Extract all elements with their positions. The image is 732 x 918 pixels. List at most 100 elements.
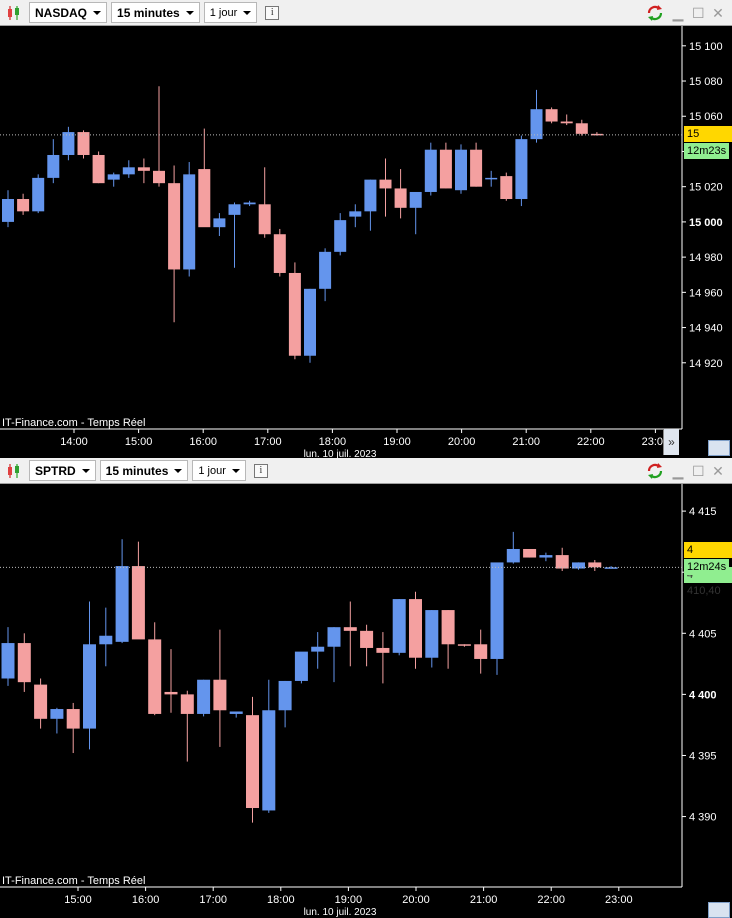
refresh-icon[interactable] xyxy=(646,4,664,22)
symbol-select[interactable]: NASDAQ xyxy=(29,2,108,23)
x-tick-label: 21:00 xyxy=(512,436,540,448)
period-select[interactable]: 1 jour xyxy=(203,2,258,23)
candle-body xyxy=(273,234,286,273)
sptrd-chart[interactable]: 4 4154 4104 4054 4004 3954 39015:0016:00… xyxy=(0,484,732,918)
y-tick-label: 4 395 xyxy=(689,750,717,762)
candle-body xyxy=(304,288,316,356)
refresh-icon[interactable] xyxy=(646,462,664,480)
candle-body xyxy=(455,149,467,191)
candle-body xyxy=(439,149,452,189)
x-tick-label: 17:00 xyxy=(199,894,227,906)
interval-select[interactable]: 15 minutes xyxy=(111,2,200,23)
chevron-down-icon xyxy=(185,10,194,15)
candle-body xyxy=(1,643,15,679)
chevron-down-icon xyxy=(93,10,102,15)
candlestick-logo-icon[interactable] xyxy=(3,2,25,24)
symbol-select[interactable]: SPTRD xyxy=(29,460,96,481)
candle-body xyxy=(515,139,528,200)
x-tick-label: 14:00 xyxy=(60,436,88,448)
candle-body xyxy=(34,684,48,719)
x-tick-label: 16:00 xyxy=(132,894,160,906)
top-toolbar: NASDAQ 15 minutes 1 jour i ▁ ☐ ✕ xyxy=(0,0,732,26)
y-tick-label: 14 980 xyxy=(689,252,723,264)
candle-body xyxy=(180,694,194,714)
date-label: lun. 10 juil. 2023 xyxy=(304,449,377,458)
candle-body xyxy=(168,183,181,270)
y-tick-label: 15 080 xyxy=(689,76,723,88)
candle-body xyxy=(183,174,196,270)
chart-settings-icon[interactable] xyxy=(708,902,730,918)
candle-body xyxy=(319,251,332,289)
candle-body xyxy=(343,627,357,631)
candle-body xyxy=(545,109,558,122)
period-label: 1 jour xyxy=(198,464,226,477)
minimize-icon[interactable]: ▁ xyxy=(672,6,684,20)
candle-body xyxy=(457,644,471,646)
nasdaq-chart[interactable]: 15 10015 08015 06015 04015 02015 00014 9… xyxy=(0,26,732,458)
candle-body xyxy=(441,610,455,645)
candle-body xyxy=(364,179,377,212)
candle-body xyxy=(500,176,513,200)
candle-body xyxy=(539,555,553,558)
candle-body xyxy=(327,627,341,647)
candle-body xyxy=(588,562,602,568)
candle-body xyxy=(148,639,162,714)
candle-body xyxy=(107,174,120,180)
candle-body xyxy=(32,177,45,212)
candle-body xyxy=(229,711,243,714)
y-tick-label: 14 920 xyxy=(689,358,723,370)
sptrd-chart-pane[interactable]: 4 4154 4104 4054 4004 3954 39015:0016:00… xyxy=(0,484,732,918)
candle-body xyxy=(92,154,105,184)
minimize-icon[interactable]: ▁ xyxy=(672,464,684,478)
candle-body xyxy=(575,123,588,134)
candle-body xyxy=(485,177,498,180)
candle-body xyxy=(198,169,211,228)
candle-body xyxy=(409,599,422,658)
x-tick-label: 18:00 xyxy=(319,436,347,448)
candle-body xyxy=(62,132,75,155)
maximize-icon[interactable]: ☐ xyxy=(692,6,705,20)
last-price-tag: 4 410,40 xyxy=(684,542,732,572)
candle-body xyxy=(50,709,64,719)
candle-body xyxy=(137,167,150,171)
candle-body xyxy=(66,709,80,729)
nasdaq-chart-pane[interactable]: 15 10015 08015 06015 04015 02015 00014 9… xyxy=(0,26,732,458)
interval-select[interactable]: 15 minutes xyxy=(99,460,189,481)
x-tick-label: 16:00 xyxy=(189,436,217,448)
maximize-icon[interactable]: ☐ xyxy=(692,464,705,478)
candle-body xyxy=(228,204,241,215)
candle-body xyxy=(99,635,113,645)
candle-body xyxy=(490,562,504,659)
candle-body xyxy=(122,167,135,175)
close-icon[interactable]: ✕ xyxy=(712,464,724,478)
y-tick-label: 4 390 xyxy=(689,812,717,824)
info-icon[interactable]: i xyxy=(265,5,280,20)
countdown-tag: 12m23s xyxy=(684,143,730,159)
y-tick-label: 4 400 xyxy=(689,689,717,701)
y-tick-label: 14 940 xyxy=(689,323,723,335)
period-label: 1 jour xyxy=(209,6,238,19)
x-tick-label: 15:00 xyxy=(64,894,92,906)
y-tick-label: 15 060 xyxy=(689,111,723,123)
close-icon[interactable]: ✕ xyxy=(712,6,724,20)
info-icon[interactable]: i xyxy=(253,463,268,478)
candle-body xyxy=(77,132,90,155)
x-tick-label: 18:00 xyxy=(267,894,295,906)
candle-body xyxy=(258,204,271,235)
candle-body xyxy=(360,630,374,648)
interval-label: 15 minutes xyxy=(105,463,169,478)
y-tick-label: 4 415 xyxy=(689,506,717,518)
candle-body xyxy=(17,199,30,212)
x-tick-label: 22:00 xyxy=(577,436,605,448)
chart-settings-icon[interactable] xyxy=(708,440,730,456)
candlestick-logo-icon[interactable] xyxy=(3,460,25,482)
chevron-down-icon xyxy=(81,468,90,473)
candle-body xyxy=(425,610,439,658)
x-tick-label: 21:00 xyxy=(470,894,498,906)
scroll-right-icon[interactable]: » xyxy=(663,429,679,455)
source-label: IT-Finance.com - Temps Réel xyxy=(2,875,145,887)
candle-body xyxy=(278,680,292,711)
candle-body xyxy=(131,566,145,640)
period-select[interactable]: 1 jour xyxy=(192,460,246,481)
candle-body xyxy=(349,211,362,217)
